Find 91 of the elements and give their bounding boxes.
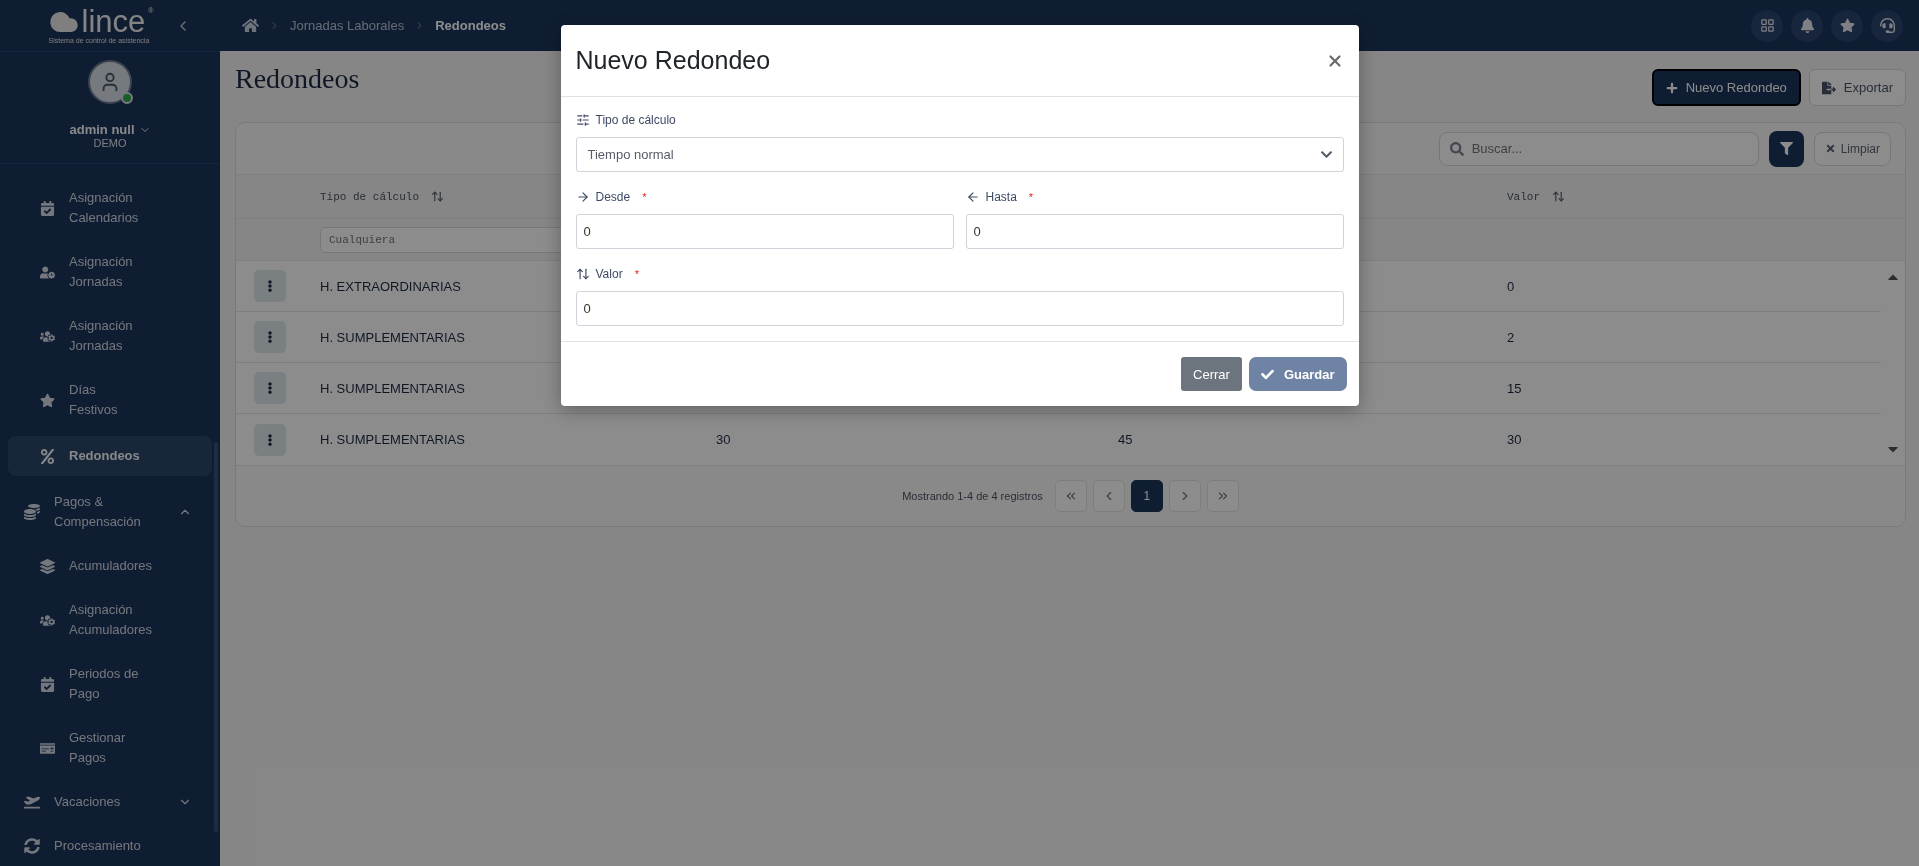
apps-button[interactable] [1751, 9, 1783, 42]
field-label: Valor [595, 267, 623, 281]
sidebar-item[interactable]: Periodos de Pago [8, 652, 212, 716]
avatar[interactable] [88, 60, 132, 104]
field-label: Tipo de cálculo [595, 113, 676, 127]
column-header[interactable]: Tipo de cálculo [320, 190, 420, 203]
users-gear-icon [40, 612, 55, 628]
sidebar-item[interactable]: Procesamiento [8, 824, 212, 866]
sidebar-item[interactable]: Días Festivos [8, 368, 212, 432]
sort-icon[interactable] [1552, 190, 1565, 203]
home-icon[interactable] [242, 17, 259, 34]
sidebar-item[interactable]: Asignación Acumuladores [8, 588, 212, 652]
table-cell: H. SUMPLEMENTARIAS [320, 432, 465, 447]
table-cell: 2 [1507, 329, 1515, 345]
table-cell: 0 [1507, 278, 1515, 294]
filter-icon [1779, 142, 1793, 155]
table-cell: 30 [716, 432, 731, 447]
bell-icon [1799, 18, 1815, 33]
user-clock-icon [40, 264, 55, 280]
input-field[interactable]: 0 [965, 214, 1344, 249]
support-button[interactable] [1871, 9, 1903, 42]
export-button[interactable]: Exportar [1808, 69, 1906, 106]
search-icon [1449, 141, 1464, 156]
apps-grid-icon [1759, 18, 1775, 33]
table-cell: H. SUMPLEMENTARIAS [320, 329, 465, 345]
money-card-icon [40, 740, 55, 756]
company-name: DEMO [93, 137, 127, 149]
page-button[interactable]: 1 [1130, 480, 1163, 512]
breadcrumb-link[interactable]: Jornadas Laborales [290, 18, 405, 33]
sidebar-item[interactable]: Asignación Jornadas [8, 304, 212, 368]
row-actions-button[interactable] [254, 423, 286, 456]
table-cell: 15 [1507, 380, 1522, 396]
first-page-button[interactable] [1054, 480, 1087, 512]
sidebar-group[interactable]: Vacaciones [8, 780, 212, 824]
pagination-summary: Mostrando 1-4 de 4 registros [902, 490, 1043, 502]
sort-arrows-icon [575, 267, 590, 281]
sliders-icon [575, 113, 590, 127]
coins-icon [24, 504, 40, 520]
percent-icon [40, 448, 55, 464]
users-gear-icon [40, 328, 55, 344]
layers-icon [40, 558, 55, 574]
user-name[interactable]: admin null [69, 122, 135, 137]
table-cell: H. SUMPLEMENTARIAS [320, 380, 465, 396]
row-actions-button[interactable] [254, 372, 286, 404]
headset-icon [1879, 18, 1895, 33]
field-label: Hasta [985, 190, 1017, 204]
check-icon [1260, 367, 1274, 381]
breadcrumb-link[interactable]: Redondeos [435, 18, 506, 33]
select-field[interactable]: Tiempo normal [575, 137, 1344, 172]
chevron-down-icon [1319, 148, 1333, 161]
close-dialog-button[interactable]: Cerrar [1181, 357, 1242, 391]
file-export-icon [1821, 80, 1836, 95]
arrow-left-icon [965, 190, 980, 204]
search-field[interactable]: Buscar... [1438, 131, 1759, 166]
sidebar-group[interactable]: Pagos & Compensación [8, 480, 212, 544]
sidebar-item[interactable]: Asignación Jornadas [8, 240, 212, 304]
required-mark: * [642, 191, 647, 203]
refresh-icon [24, 838, 40, 854]
modal-title: Nuevo Redondeo [575, 46, 771, 75]
new-button[interactable]: Nuevo Redondeo [1651, 69, 1801, 106]
input-field[interactable]: 0 [575, 214, 954, 249]
table-cell: 30 [1507, 432, 1522, 447]
sidebar-item[interactable]: Redondeos [8, 436, 212, 476]
favorites-button[interactable] [1831, 9, 1863, 42]
plus-icon [1665, 81, 1678, 94]
close-icon [1824, 143, 1836, 154]
sidebar-item[interactable]: Acumuladores [8, 544, 212, 588]
clear-button[interactable]: Limpiar [1813, 131, 1891, 166]
table-cell: 45 [1118, 432, 1133, 447]
last-page-button[interactable] [1206, 480, 1239, 512]
plane-icon [24, 794, 40, 810]
star-icon [40, 392, 55, 408]
sort-icon[interactable] [431, 190, 445, 203]
logo-text: lince [81, 7, 146, 37]
notifications-button[interactable] [1791, 9, 1823, 42]
required-mark: * [1028, 191, 1034, 203]
input-field[interactable]: 0 [575, 291, 1344, 326]
row-actions-button[interactable] [254, 270, 286, 302]
field-label: Desde [595, 190, 631, 204]
column-header[interactable]: Valor [1507, 190, 1540, 203]
filter-button[interactable] [1768, 130, 1804, 167]
sidebar-item[interactable]: Asignación Calendarios [8, 176, 212, 240]
sidebar-item[interactable]: Gestionar Pagos [8, 716, 212, 780]
calendar-check-icon [40, 200, 55, 216]
table-cell: H. EXTRAORDINARIAS [320, 278, 461, 294]
calendar-check-icon [40, 676, 55, 692]
page-title: Redondeos [235, 63, 360, 95]
arrow-right-icon [575, 190, 590, 204]
row-actions-button[interactable] [254, 321, 286, 353]
required-mark: * [634, 268, 639, 280]
star-icon [1839, 18, 1855, 33]
